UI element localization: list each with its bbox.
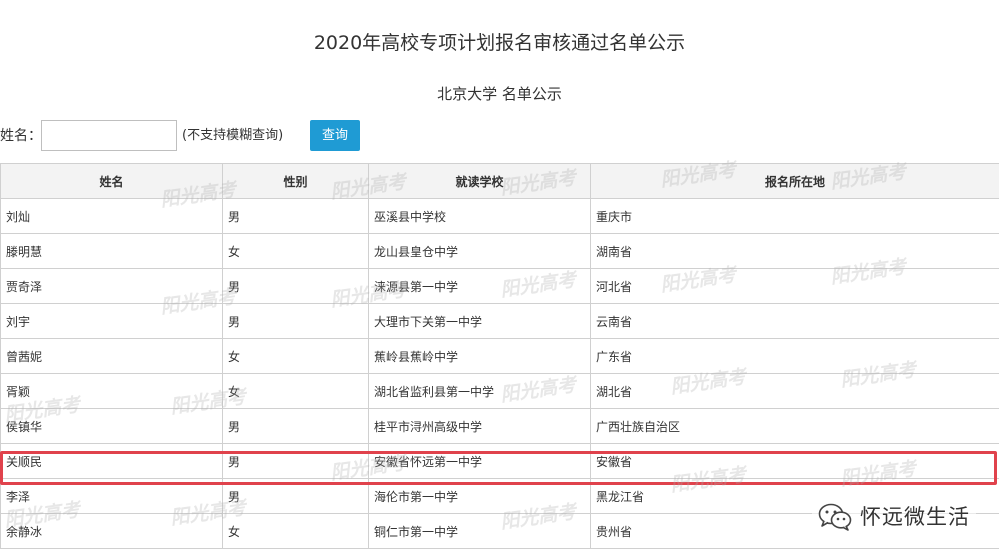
table-row: 滕明慧女龙山县皇仓中学 湖南省 [0, 233, 999, 269]
cell-gender: 女 [222, 513, 369, 549]
cell-school: 安徽省怀远第一中学 [368, 443, 591, 479]
table-header-row: 姓名 性别 就读学校 报名所在地 [0, 163, 999, 199]
brand-badge: 怀远微生活 [812, 500, 976, 534]
cell-name: 余静冰 [0, 513, 223, 549]
table-row: 侯镇华男桂平市浔州高级中学 广西壮族自治区 [0, 408, 999, 444]
search-button[interactable]: 查询 [310, 120, 360, 151]
table-row: 刘灿男巫溪县中学校 重庆市 [0, 198, 999, 234]
cell-name: 刘宇 [0, 303, 223, 339]
table-row: 刘宇男大理市下关第一中学 云南省 [0, 303, 999, 339]
cell-school: 湖北省监利县第一中学 [368, 373, 591, 409]
cell-region: 广西壮族自治区 [590, 408, 999, 444]
page-subtitle: 北京大学 名单公示 [437, 85, 562, 103]
cell-school: 海伦市第一中学 [368, 478, 591, 514]
table-body: 刘灿男巫溪县中学校 重庆市 滕明慧女龙山县皇仓中学 湖南省 贾奇泽男涞源县第一中学 河北省… [0, 198, 999, 549]
table-row: 胥颖女湖北省监利县第一中学 湖北省 [0, 373, 999, 409]
cell-gender: 男 [222, 303, 369, 339]
cell-region: 云南省 [590, 303, 999, 339]
cell-name: 胥颖 [0, 373, 223, 409]
cell-region: 广东省 [590, 338, 999, 374]
cell-region: 重庆市 [590, 198, 999, 234]
cell-name: 李泽 [0, 478, 223, 514]
search-note: (不支持模糊查询) [182, 128, 284, 143]
cell-region: 湖北省 [590, 373, 999, 409]
cell-gender: 男 [222, 408, 369, 444]
cell-name: 曾茜妮 [0, 338, 223, 374]
name-search-input[interactable] [41, 120, 177, 151]
cell-name: 贾奇泽 [0, 268, 223, 304]
page-title: 2020年高校专项计划报名审核通过名单公示 [313, 32, 686, 54]
cell-gender: 男 [222, 268, 369, 304]
cell-name: 刘灿 [0, 198, 223, 234]
results-table: 姓名 性别 就读学校 报名所在地 刘灿男巫溪县中学校 重庆市 滕明慧女龙山县皇仓中学… [0, 163, 999, 549]
cell-school: 巫溪县中学校 [368, 198, 591, 234]
brand-name: 怀远微生活 [860, 505, 970, 529]
cell-name: 侯镇华 [0, 408, 223, 444]
column-header-gender: 性别 [222, 163, 369, 199]
cell-region: 湖南省 [590, 233, 999, 269]
cell-gender: 男 [222, 443, 369, 479]
cell-gender: 男 [222, 198, 369, 234]
cell-school: 蕉岭县蕉岭中学 [368, 338, 591, 374]
cell-gender: 女 [222, 233, 369, 269]
column-header-region: 报名所在地 [590, 163, 999, 199]
cell-name: 滕明慧 [0, 233, 223, 269]
cell-region: 安徽省 [590, 443, 999, 479]
cell-school: 涞源县第一中学 [368, 268, 591, 304]
cell-gender: 男 [222, 478, 369, 514]
cell-school: 大理市下关第一中学 [368, 303, 591, 339]
column-header-name: 姓名 [0, 163, 223, 199]
cell-school: 铜仁市第一中学 [368, 513, 591, 549]
name-search-label: 姓名： [0, 128, 42, 144]
cell-region: 河北省 [590, 268, 999, 304]
cell-school: 龙山县皇仓中学 [368, 233, 591, 269]
cell-school: 桂平市浔州高级中学 [368, 408, 591, 444]
wechat-icon [818, 503, 852, 531]
cell-name: 关顺民 [0, 443, 223, 479]
table-row: 贾奇泽男涞源县第一中学 河北省 [0, 268, 999, 304]
cell-gender: 女 [222, 373, 369, 409]
column-header-school: 就读学校 [368, 163, 591, 199]
table-row: 曾茜妮女蕉岭县蕉岭中学 广东省 [0, 338, 999, 374]
cell-gender: 女 [222, 338, 369, 374]
table-row-highlighted: 关顺民男安徽省怀远第一中学 安徽省 [0, 443, 999, 479]
